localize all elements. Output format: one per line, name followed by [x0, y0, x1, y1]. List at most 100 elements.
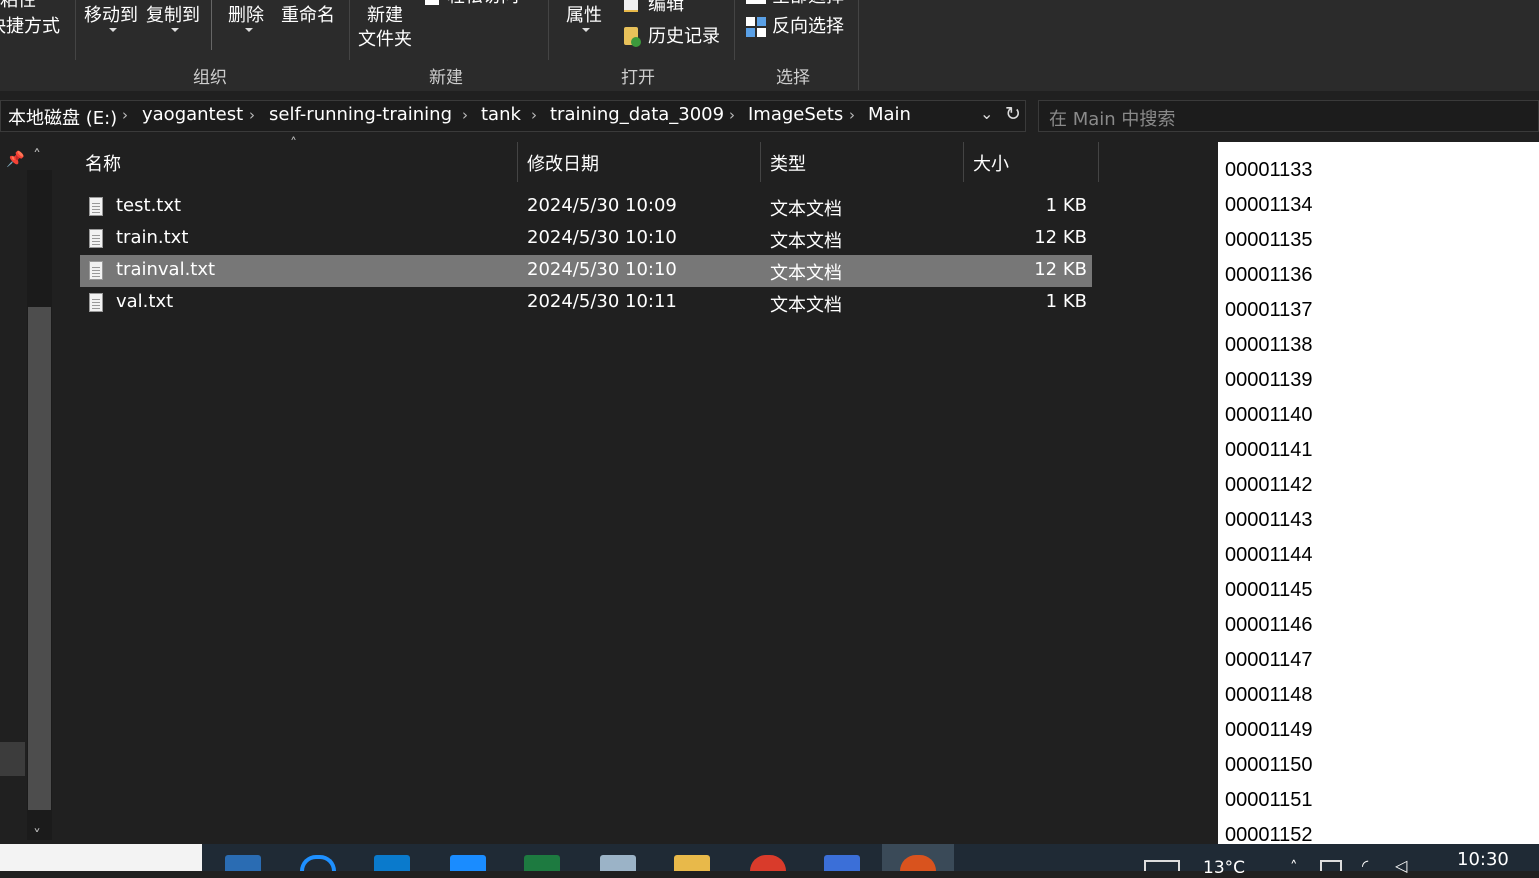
notepad-app-icon[interactable]: [600, 855, 636, 871]
text-line: 00001145: [1225, 579, 1313, 601]
taskbar-search-box[interactable]: [0, 844, 202, 871]
breadcrumb-imagesets[interactable]: ImageSets: [748, 104, 843, 125]
file-row-val[interactable]: val.txt 2024/5/30 10:11 文本文档 1 KB: [80, 287, 1092, 319]
weather-temp[interactable]: 13°C: [1203, 858, 1245, 878]
feishu-icon[interactable]: [450, 855, 486, 871]
chevron-up-icon[interactable]: ˄: [33, 146, 41, 165]
group-new-label: 新建: [429, 68, 463, 88]
breadcrumb-yaogantest[interactable]: yaogantest: [142, 104, 243, 125]
chevron-right-icon[interactable]: ›: [531, 106, 537, 124]
text-file-icon: [89, 293, 103, 312]
file-size: 12 KB: [1034, 259, 1087, 280]
monitor-icon[interactable]: [1144, 860, 1180, 871]
refresh-icon[interactable]: ↻: [1005, 103, 1021, 125]
text-line: 00001149: [1225, 719, 1313, 741]
select-all-icon: [746, 0, 766, 4]
file-name[interactable]: val.txt: [116, 291, 173, 312]
vscode-icon[interactable]: [374, 855, 410, 871]
move-to-button[interactable]: 移动到: [84, 5, 138, 27]
column-header-type[interactable]: 类型: [770, 150, 806, 176]
chevron-right-icon[interactable]: ›: [729, 106, 735, 124]
column-header-name[interactable]: 名称: [85, 150, 121, 176]
text-file-icon: [89, 197, 103, 216]
copy-to-button[interactable]: 复制到: [146, 5, 200, 27]
text-line: 00001137: [1225, 299, 1313, 321]
rename-button[interactable]: 重命名: [281, 5, 335, 27]
file-row-train[interactable]: train.txt 2024/5/30 10:10 文本文档 12 KB: [80, 223, 1092, 255]
chevron-right-icon[interactable]: ›: [462, 106, 468, 124]
chevron-down-icon: [245, 28, 253, 32]
breadcrumb-training-data[interactable]: training_data_3009: [550, 104, 724, 125]
file-modified: 2024/5/30 10:11: [527, 291, 677, 312]
breadcrumb-self-running-training[interactable]: self-running-training: [269, 104, 452, 125]
excel-icon[interactable]: [524, 855, 560, 871]
breadcrumb-drive[interactable]: 本地磁盘 (E:): [8, 104, 117, 130]
chevron-down-icon: [582, 28, 590, 32]
volume-icon[interactable]: ◁: [1395, 856, 1407, 875]
new-folder-line1[interactable]: 新建: [367, 5, 403, 27]
notepad-text-area[interactable]: 00001132 00001133 00001134 00001135 0000…: [1218, 142, 1539, 844]
text-line: 00001151: [1225, 789, 1313, 811]
chevron-down-icon: [171, 28, 179, 32]
file-name[interactable]: trainval.txt: [116, 259, 215, 280]
breadcrumb-tank[interactable]: tank: [481, 104, 521, 125]
delete-button[interactable]: 删除: [228, 5, 264, 27]
text-file-icon: [89, 229, 103, 248]
text-line: 00001132: [1225, 142, 1313, 147]
search-input[interactable]: 在 Main 中搜索: [1049, 105, 1175, 131]
chevron-down-icon: [109, 28, 117, 32]
file-name[interactable]: test.txt: [116, 195, 181, 216]
file-modified: 2024/5/30 10:10: [527, 259, 677, 280]
chevron-down-icon[interactable]: ˅: [33, 826, 41, 845]
easy-access-button[interactable]: 轻松访问: [447, 0, 519, 8]
text-line: 00001152: [1225, 824, 1313, 844]
file-explorer-icon[interactable]: [674, 855, 710, 871]
text-line: 00001150: [1225, 754, 1313, 776]
history-badge-icon: [631, 37, 641, 47]
file-modified: 2024/5/30 10:09: [527, 195, 677, 216]
text-line: 00001134: [1225, 194, 1313, 216]
file-type: 文本文档: [770, 295, 842, 316]
network-icon[interactable]: [1320, 860, 1342, 871]
edit-icon: [624, 0, 638, 12]
new-folder-line2[interactable]: 文件夹: [358, 29, 412, 51]
file-row-trainval[interactable]: trainval.txt 2024/5/30 10:10 文本文档 12 KB: [80, 255, 1092, 287]
text-line: 00001147: [1225, 649, 1313, 671]
text-line: 00001144: [1225, 544, 1313, 566]
ribbon: 粘性 快捷方式 移动到 复制到 删除 重命名 新建 文件夹 轻松访问 属性 编辑…: [0, 0, 1539, 91]
paste-shortcut-button[interactable]: 快捷方式: [0, 16, 60, 38]
breadcrumb-main[interactable]: Main: [868, 104, 911, 125]
text-line: 00001140: [1225, 404, 1313, 426]
file-row-test[interactable]: test.txt 2024/5/30 10:09 文本文档 1 KB: [80, 191, 1092, 223]
paste-shortcut-top[interactable]: 粘性: [0, 0, 36, 12]
column-header-size[interactable]: 大小: [973, 150, 1009, 176]
nav-item-highlight[interactable]: [0, 742, 25, 776]
text-line: 00001146: [1225, 614, 1313, 636]
chevron-up-icon[interactable]: ˄: [1290, 858, 1298, 876]
file-modified: 2024/5/30 10:10: [527, 227, 677, 248]
invert-selection-button[interactable]: 反向选择: [772, 16, 844, 38]
chevron-down-icon[interactable]: ⌄: [980, 104, 993, 123]
history-button[interactable]: 历史记录: [648, 26, 720, 48]
nav-scrollbar-thumb[interactable]: [28, 307, 51, 810]
remote-desktop-icon[interactable]: [824, 855, 860, 871]
edit-button[interactable]: 编辑: [648, 0, 684, 16]
chevron-right-icon[interactable]: ›: [249, 106, 255, 124]
search-box[interactable]: 在 Main 中搜索: [1038, 100, 1539, 132]
select-all-button[interactable]: 全部选择: [772, 0, 844, 8]
clock-time[interactable]: 10:30: [1457, 849, 1509, 870]
file-type: 文本文档: [770, 263, 842, 284]
news-app-icon[interactable]: [225, 855, 261, 871]
chevron-right-icon[interactable]: ›: [122, 106, 128, 124]
text-line: 00001139: [1225, 369, 1313, 391]
column-header-modified[interactable]: 修改日期: [527, 150, 599, 176]
chevron-right-icon[interactable]: ›: [849, 106, 855, 124]
wifi-icon[interactable]: ◜: [1362, 856, 1368, 875]
easy-access-icon: [425, 0, 439, 5]
file-name[interactable]: train.txt: [116, 227, 188, 248]
properties-button[interactable]: 属性: [566, 5, 602, 27]
text-line: 00001138: [1225, 334, 1313, 356]
text-line: 00001136: [1225, 264, 1313, 286]
address-bar[interactable]: 本地磁盘 (E:) › yaogantest › self-running-tr…: [0, 100, 1026, 132]
pin-icon[interactable]: 📌: [6, 150, 25, 168]
